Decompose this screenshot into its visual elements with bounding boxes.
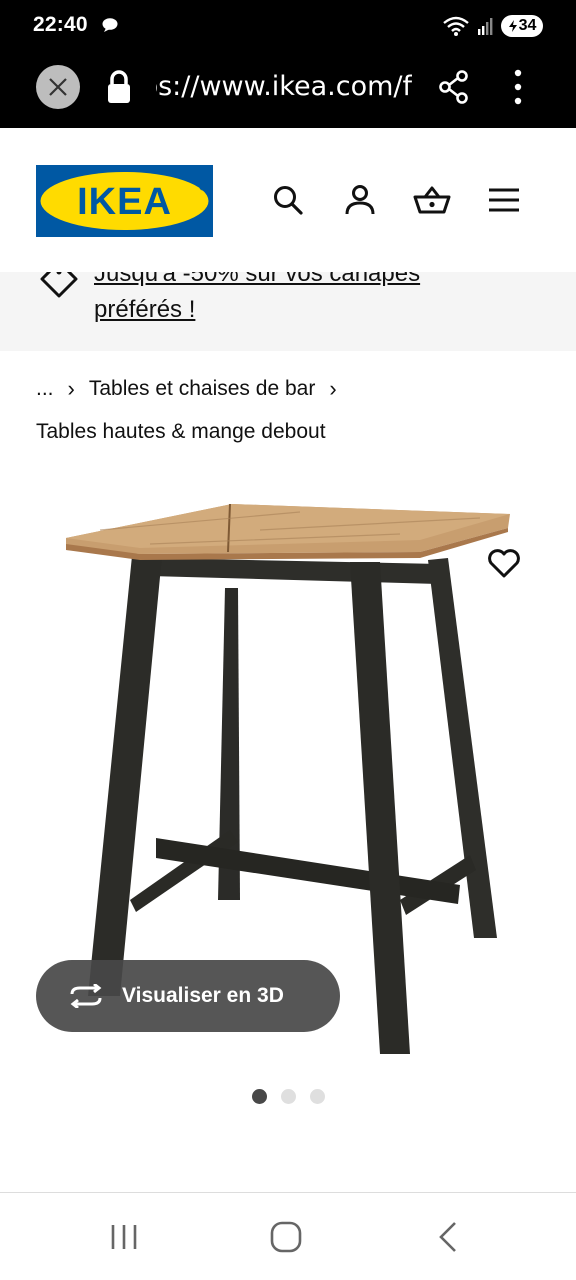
favorite-button[interactable] [484, 544, 524, 584]
back-icon [439, 1222, 456, 1252]
menu-icon [489, 188, 519, 212]
account-button[interactable] [338, 178, 382, 222]
cart-button[interactable] [410, 178, 454, 222]
status-time: 22:40 [33, 13, 88, 36]
ikea-logo[interactable]: IKEA [36, 165, 213, 237]
close-icon [49, 78, 67, 96]
more-vert-icon[interactable] [506, 68, 530, 106]
view-3d-button[interactable]: Visualiser en 3D [36, 960, 340, 1032]
pagination-dot-active[interactable] [252, 1089, 267, 1104]
breadcrumb: ... › Tables et chaises de bar › [36, 376, 351, 402]
heart-icon [488, 549, 520, 578]
home-icon [270, 1221, 302, 1253]
chevron-right-icon: › [329, 376, 337, 401]
pagination-dot[interactable] [310, 1089, 325, 1104]
recent-apps-button[interactable] [100, 1215, 148, 1259]
chevron-right-icon: › [67, 376, 75, 401]
signal-icon [478, 18, 493, 35]
battery-indicator: 34 [501, 15, 543, 37]
promo-banner[interactable]: Jusqu'à -50% sur vos canapés préférés ! [0, 272, 576, 351]
url-bar[interactable]: https://www.ikea.com/f [156, 71, 412, 105]
chat-icon [102, 18, 118, 32]
search-icon [274, 186, 303, 215]
breadcrumb-parent-link[interactable]: Tables et chaises de bar [89, 377, 315, 401]
lock-icon[interactable] [106, 70, 132, 104]
share-icon[interactable] [438, 70, 470, 104]
user-icon [345, 185, 375, 215]
battery-saver-icon [508, 20, 517, 32]
promo-link-line2[interactable]: préférés ! [94, 296, 195, 324]
status-icons: 34 [443, 14, 543, 38]
view-3d-label: Visualiser en 3D [122, 984, 284, 1007]
breadcrumb-current[interactable]: Tables hautes & mange debout [36, 420, 326, 444]
gallery-pagination [252, 1089, 325, 1104]
breadcrumb-ellipsis[interactable]: ... [36, 377, 54, 401]
home-button[interactable] [262, 1215, 310, 1259]
menu-button[interactable] [482, 178, 526, 222]
product-gallery[interactable]: Visualiser en 3D [0, 460, 576, 1104]
wifi-icon [443, 16, 469, 36]
battery-level: 34 [518, 17, 537, 34]
close-tab-button[interactable] [36, 65, 80, 109]
site-header: IKEA [0, 128, 576, 272]
rotate-3d-icon [70, 984, 102, 1008]
cart-icon [413, 186, 451, 214]
status-bar: 22:40 34 [0, 0, 576, 52]
tag-icon [40, 272, 78, 298]
promo-link-line1[interactable]: Jusqu'à -50% sur vos canapés [94, 272, 420, 288]
back-button[interactable] [424, 1215, 472, 1259]
pagination-dot[interactable] [281, 1089, 296, 1104]
url-text: https://www.ikea.com/f [156, 71, 412, 102]
browser-toolbar: https://www.ikea.com/f [0, 52, 576, 128]
logo-text: IKEA [77, 181, 172, 223]
system-nav-bar [0, 1192, 576, 1280]
recent-apps-icon [111, 1225, 137, 1249]
search-button[interactable] [266, 178, 310, 222]
